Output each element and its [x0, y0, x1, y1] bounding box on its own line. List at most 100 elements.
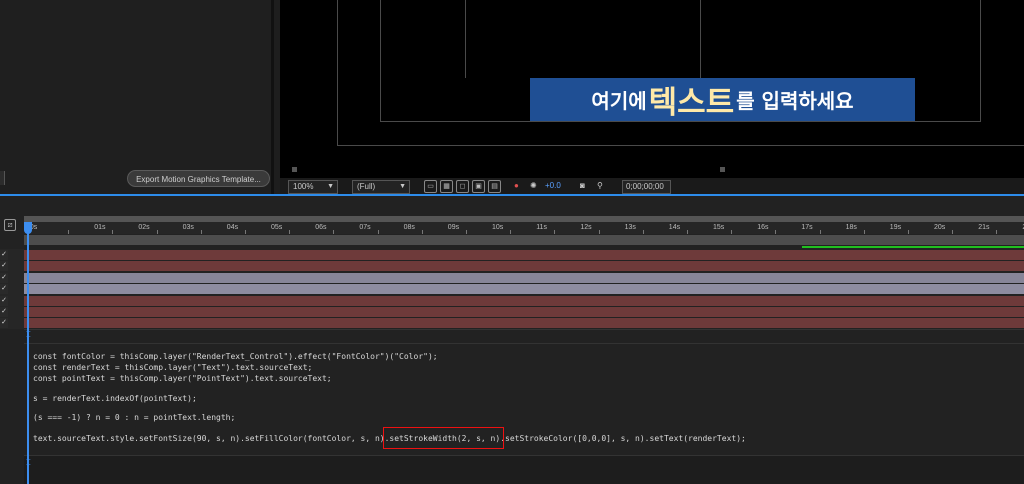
color-channels-icon[interactable]: ● — [514, 181, 519, 190]
project-panel — [0, 0, 274, 194]
expression-marker-icon: ⌶ — [26, 458, 31, 467]
render-cache-indicator — [802, 246, 1024, 248]
tick-mark — [996, 230, 998, 234]
tick-label: 05s — [271, 224, 283, 231]
tick-label: 11s — [536, 224, 547, 231]
transparency-grid-icon[interactable]: ▦ — [440, 180, 453, 193]
tick-label: 04s — [226, 224, 239, 231]
title-text[interactable]: 여기에 텍스트 를 입력하세요 — [530, 78, 915, 121]
tick-label: 08s — [403, 224, 415, 231]
tick-mark — [687, 230, 688, 234]
chevron-down-icon: ▼ — [327, 183, 334, 190]
playhead-line[interactable] — [27, 222, 29, 484]
code-line[interactable]: const fontColor = thisComp.layer("Render… — [33, 352, 438, 361]
code-line[interactable]: const renderText = thisComp.layer("Text"… — [33, 363, 312, 372]
current-time-field[interactable]: 0;00;00;00 — [622, 180, 671, 194]
tick-mark — [68, 230, 70, 234]
tick-mark — [156, 230, 158, 234]
divider — [24, 343, 1024, 344]
divider — [24, 329, 1024, 330]
layer-bar[interactable] — [24, 318, 1024, 329]
tick-mark — [245, 230, 246, 234]
grid-guide — [700, 0, 701, 78]
title-safe-guide — [380, 0, 381, 122]
composition-flowchart-icon[interactable]: ⧄ — [4, 219, 16, 231]
fast-preview-icon[interactable]: ▣ — [472, 180, 485, 193]
tick-label: 13s — [624, 224, 636, 231]
action-safe-guide — [337, 0, 338, 146]
tick-mark — [421, 230, 423, 234]
tick-mark — [863, 230, 865, 234]
layer-bar[interactable] — [24, 272, 1024, 283]
layer-bar[interactable] — [24, 307, 1024, 317]
title-text-part: 를 입력하세요 — [736, 89, 854, 113]
export-motion-graphics-template-button[interactable]: Export Motion Graphics Template... — [127, 170, 270, 187]
checkmark-icon[interactable]: ✓ — [0, 250, 8, 260]
layer-handle[interactable] — [292, 167, 297, 172]
checkmark-icon[interactable]: ✓ — [0, 284, 8, 295]
view-options-icon[interactable]: ▤ — [488, 180, 501, 193]
time-ruler[interactable] — [24, 222, 1024, 234]
tick-label: 19s — [889, 224, 902, 231]
checkmark-icon[interactable]: ✓ — [0, 295, 8, 306]
tick-label: 18s — [845, 224, 857, 231]
tick-label: 10s — [492, 224, 504, 231]
resolution-dropdown[interactable]: (Full) ▼ — [352, 180, 410, 194]
tick-mark — [554, 230, 556, 234]
tick-mark — [598, 230, 600, 234]
tick-mark — [908, 230, 909, 234]
tick-mark — [775, 230, 777, 234]
region-icon[interactable]: ▭ — [424, 180, 437, 193]
code-line[interactable]: (s === -1) ? n = 0 : n = pointText.lengt… — [33, 413, 235, 422]
layer-bar[interactable] — [24, 295, 1024, 306]
expression-marker-icon: ⌶ — [26, 330, 31, 339]
tick-mark — [289, 230, 291, 234]
layer-bar[interactable] — [24, 284, 1024, 295]
tick-mark — [510, 230, 512, 234]
project-panel-control[interactable] — [0, 171, 5, 185]
tick-label: 20s — [934, 224, 946, 231]
tick-label: 02s — [138, 224, 150, 231]
tick-mark — [642, 230, 644, 234]
magnification-value: 100% — [293, 182, 314, 191]
grid-guide — [465, 0, 466, 78]
checkmark-icon[interactable]: ✓ — [0, 318, 8, 329]
timecode-value: 0;00;00;00 — [626, 182, 664, 191]
layer-handle[interactable] — [720, 167, 725, 172]
action-safe-guide — [337, 145, 1024, 146]
panel-divider[interactable] — [271, 0, 274, 194]
tick-mark — [377, 230, 379, 234]
tick-mark — [112, 230, 114, 234]
title-safe-guide — [980, 0, 981, 122]
highlight-box — [383, 427, 504, 449]
show-snapshot-icon[interactable]: ⚲ — [597, 181, 603, 190]
checkmark-icon[interactable]: ✓ — [0, 272, 8, 283]
tick-mark — [333, 230, 335, 234]
layer-bar[interactable] — [24, 261, 1024, 272]
tick-mark — [731, 230, 733, 234]
tick-label: 12s — [580, 224, 592, 231]
tick-mark — [466, 230, 467, 234]
tick-mark — [952, 230, 954, 234]
resolution-value: (Full) — [357, 182, 376, 191]
chevron-down-icon: ▼ — [399, 183, 406, 190]
work-area-bar[interactable] — [24, 235, 1024, 245]
exposure-reset-icon[interactable]: ✺ — [530, 181, 537, 190]
current-time-indicator[interactable] — [24, 222, 32, 234]
mask-icon[interactable]: ◻ — [456, 180, 469, 193]
checkmark-icon[interactable]: ✓ — [0, 307, 8, 317]
checkmark-icon[interactable]: ✓ — [0, 261, 8, 272]
tick-label: 15s — [713, 224, 725, 231]
tick-label: 17s — [801, 224, 813, 231]
layer-bar[interactable] — [24, 250, 1024, 260]
snapshot-icon[interactable]: ◙ — [580, 181, 585, 190]
code-line[interactable]: s = renderText.indexOf(pointText); — [33, 394, 197, 403]
exposure-value[interactable]: +0.0 — [545, 181, 561, 190]
tick-label: 06s — [315, 224, 327, 231]
tick-label: 16s — [757, 224, 769, 231]
tick-mark — [819, 230, 821, 234]
magnification-dropdown[interactable]: 100% ▼ — [288, 180, 338, 194]
tick-mark — [200, 230, 202, 234]
code-line[interactable]: const pointText = thisComp.layer("PointT… — [33, 374, 332, 383]
tick-label: 14s — [668, 224, 681, 231]
